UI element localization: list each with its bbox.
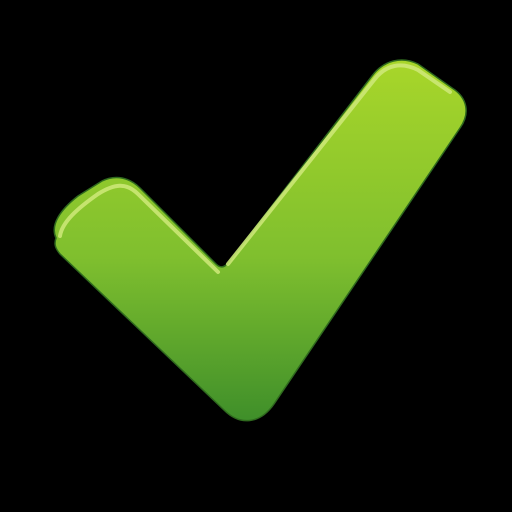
checkmark-icon (0, 0, 512, 512)
icon-canvas (0, 0, 512, 512)
